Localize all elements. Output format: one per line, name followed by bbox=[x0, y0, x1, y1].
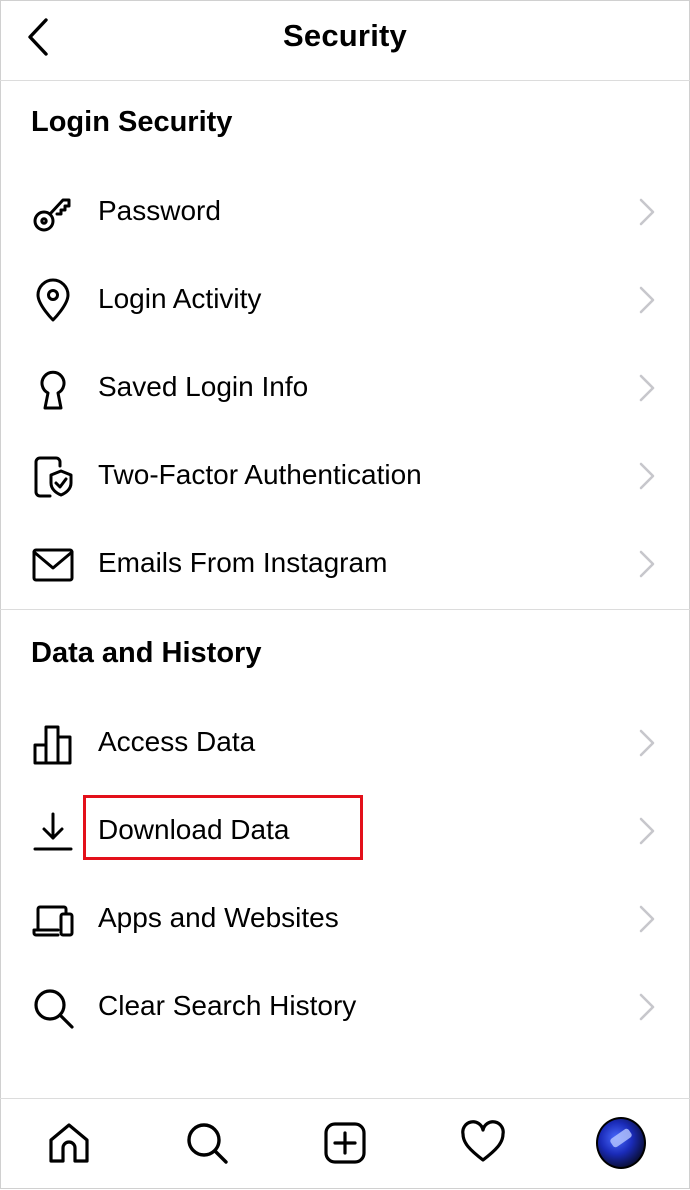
menu-item-label: Two-Factor Authentication bbox=[98, 459, 422, 490]
new-post-icon bbox=[324, 1122, 366, 1164]
chevron-right-icon bbox=[639, 462, 655, 490]
menu-item-apps-and-websites[interactable]: Apps and Websites bbox=[0, 875, 690, 963]
bottom-tab-bar bbox=[0, 1098, 690, 1190]
menu-item-clear-search-history[interactable]: Clear Search History bbox=[0, 963, 690, 1051]
chevron-right-icon bbox=[639, 374, 655, 402]
key-icon bbox=[26, 186, 80, 240]
menu-item-password[interactable]: Password bbox=[0, 168, 690, 256]
menu-item-emails-from-instagram[interactable]: Emails From Instagram bbox=[0, 520, 690, 608]
laptop-phone-icon bbox=[26, 893, 80, 947]
heart-icon bbox=[461, 1120, 505, 1162]
highlight-annotation-box bbox=[83, 795, 363, 860]
chevron-right-icon bbox=[639, 817, 655, 845]
section-title-login-security: Login Security bbox=[31, 106, 233, 138]
search-icon bbox=[187, 1123, 228, 1164]
tab-home[interactable] bbox=[44, 1117, 94, 1169]
chevron-right-icon bbox=[639, 550, 655, 578]
keyhole-icon bbox=[26, 362, 80, 416]
chevron-right-icon bbox=[639, 286, 655, 314]
section-title-data-and-history: Data and History bbox=[31, 637, 262, 669]
menu-item-label: Emails From Instagram bbox=[98, 547, 388, 578]
menu-item-label: Clear Search History bbox=[98, 990, 357, 1021]
menu-item-login-activity[interactable]: Login Activity bbox=[0, 256, 690, 344]
tab-search[interactable] bbox=[182, 1117, 232, 1169]
menu-item-two-factor-authentication[interactable]: Two-Factor Authentication bbox=[0, 432, 690, 520]
chevron-right-icon bbox=[639, 993, 655, 1021]
chevron-right-icon bbox=[639, 198, 655, 226]
menu-item-label: Apps and Websites bbox=[98, 902, 339, 933]
top-navigation-bar: Security bbox=[0, 0, 690, 81]
menu-item-label: Password bbox=[98, 195, 221, 226]
menu-item-label: Login Activity bbox=[98, 283, 262, 314]
search-icon bbox=[26, 981, 80, 1035]
chevron-right-icon bbox=[639, 905, 655, 933]
menu-item-label: Access Data bbox=[98, 726, 256, 757]
tab-profile[interactable] bbox=[596, 1117, 646, 1169]
bar-chart-icon bbox=[26, 717, 80, 771]
phone-shield-icon bbox=[26, 450, 80, 504]
download-icon bbox=[26, 805, 80, 859]
menu-item-access-data[interactable]: Access Data bbox=[0, 699, 690, 787]
menu-item-saved-login-info[interactable]: Saved Login Info bbox=[0, 344, 690, 432]
tab-activity[interactable] bbox=[458, 1117, 508, 1169]
profile-avatar bbox=[596, 1117, 646, 1169]
section-divider bbox=[0, 609, 690, 610]
page-title: Security bbox=[283, 18, 407, 53]
location-pin-icon bbox=[26, 274, 80, 328]
home-icon bbox=[49, 1123, 89, 1163]
chevron-right-icon bbox=[639, 729, 655, 757]
tab-new-post[interactable] bbox=[320, 1117, 370, 1169]
menu-item-label: Saved Login Info bbox=[98, 371, 309, 402]
envelope-icon bbox=[26, 538, 80, 592]
